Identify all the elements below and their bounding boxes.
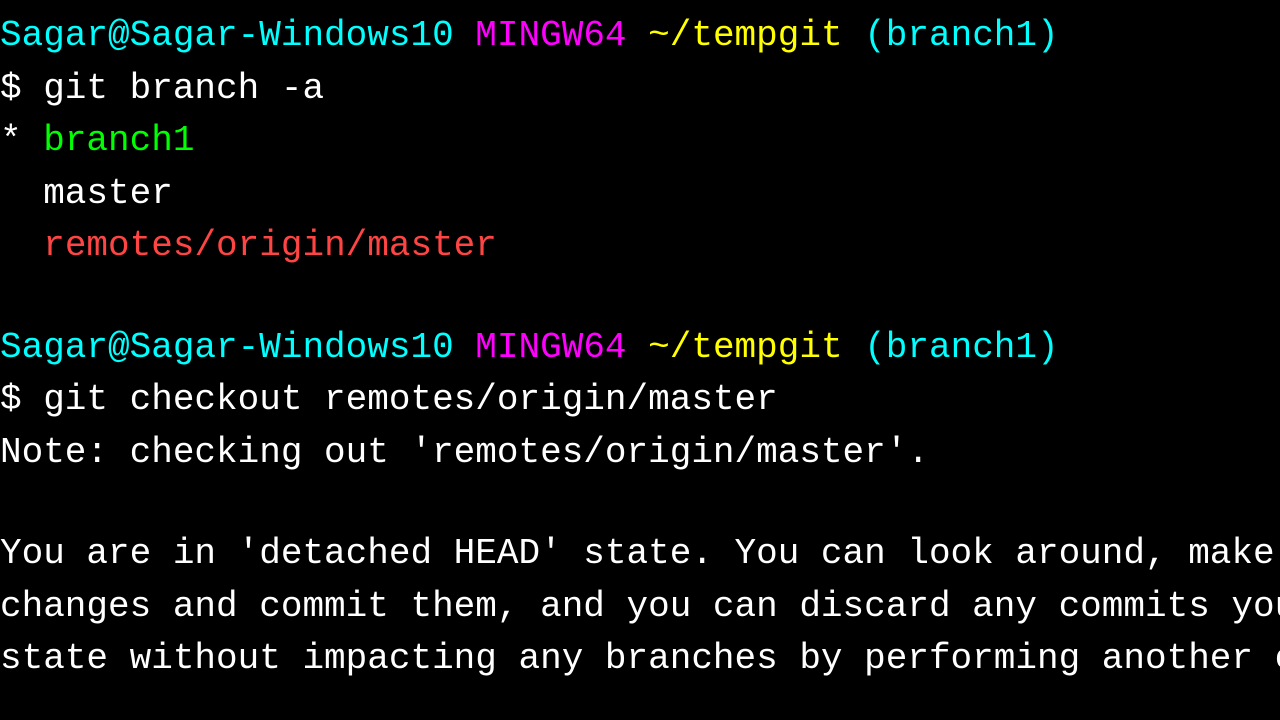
info-line-1: You are in 'detached HEAD' state. You ca… <box>0 528 1280 581</box>
branch-remote: remotes/origin/master <box>0 220 1280 273</box>
prompt-line-2: Sagar@Sagar-Windows10 MINGW64 ~/tempgit … <box>0 322 1280 375</box>
empty-line-1 <box>0 273 1280 322</box>
branch-1: (branch1) <box>864 12 1058 61</box>
shell-2: MINGW64 <box>475 324 626 373</box>
empty-line-2 <box>0 479 1280 528</box>
user-host-1: Sagar@Sagar-Windows10 <box>0 12 454 61</box>
command-line-1: $ git branch -a <box>0 63 1280 116</box>
prompt-line-1: Sagar@Sagar-Windows10 MINGW64 ~/tempgit … <box>0 10 1280 63</box>
branch-current: * branch1 <box>0 115 1280 168</box>
user-host-2: Sagar@Sagar-Windows10 <box>0 324 454 373</box>
info-line-3: state without impacting any branches by … <box>0 633 1280 686</box>
path-1: ~/tempgit <box>648 12 842 61</box>
terminal: Sagar@Sagar-Windows10 MINGW64 ~/tempgit … <box>0 0 1280 720</box>
empty-line-3 <box>0 686 1280 720</box>
shell-1: MINGW64 <box>475 12 626 61</box>
path-2: ~/tempgit <box>648 324 842 373</box>
note-line: Note: checking out 'remotes/origin/maste… <box>0 427 1280 480</box>
branch-master: master <box>0 168 1280 221</box>
branch-2: (branch1) <box>864 324 1058 373</box>
command-line-2: $ git checkout remotes/origin/master <box>0 374 1280 427</box>
info-line-2: changes and commit them, and you can dis… <box>0 581 1280 634</box>
